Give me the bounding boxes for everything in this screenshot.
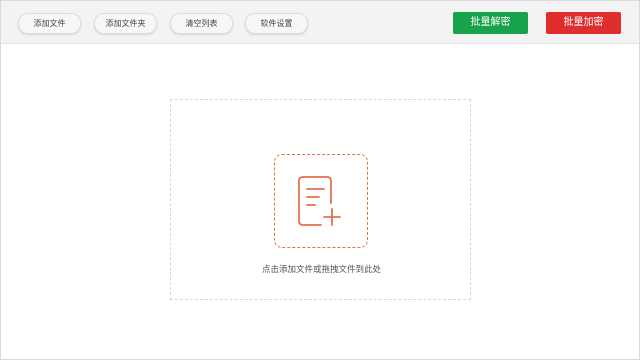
toolbar: 添加文件 添加文件夹 清空列表 软件设置 批量解密 批量加密 xyxy=(1,1,639,44)
add-file-area[interactable] xyxy=(274,154,368,248)
file-drop-zone[interactable]: 点击添加文件或拖拽文件到此处 xyxy=(170,99,471,300)
batch-encrypt-button[interactable]: 批量加密 xyxy=(546,12,621,34)
drop-hint-text: 点击添加文件或拖拽文件到此处 xyxy=(261,265,381,275)
app-window: 添加文件 添加文件夹 清空列表 软件设置 批量解密 批量加密 点击添加文件或拖拽… xyxy=(0,0,640,360)
add-document-icon xyxy=(298,176,341,226)
add-folder-button[interactable]: 添加文件夹 xyxy=(94,13,157,34)
clear-list-button[interactable]: 清空列表 xyxy=(170,13,233,34)
batch-decrypt-button[interactable]: 批量解密 xyxy=(453,12,528,34)
software-settings-button[interactable]: 软件设置 xyxy=(245,13,308,34)
add-file-button[interactable]: 添加文件 xyxy=(18,13,81,34)
